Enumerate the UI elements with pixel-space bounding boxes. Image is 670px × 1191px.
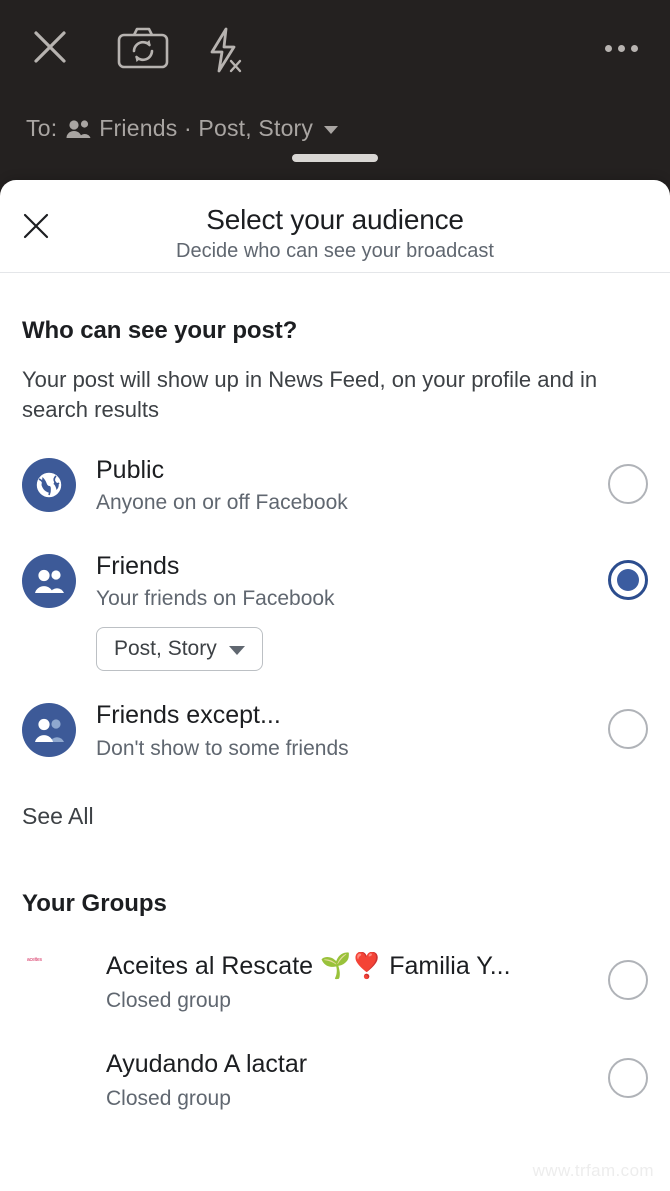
camera-audience-selector[interactable]: To: Friends · Post, Story: [26, 115, 339, 142]
sheet-drag-handle[interactable]: [292, 154, 378, 162]
radio-friends-except[interactable]: [608, 709, 648, 750]
option-sublabel: Your friends on Facebook: [96, 587, 335, 611]
audience-option-friends[interactable]: Friends Your friends on Facebook Post, S…: [22, 552, 648, 672]
radio-group-2[interactable]: [608, 1058, 648, 1099]
friends-icon: [65, 119, 91, 139]
friends-icon: [22, 553, 76, 608]
dot: [605, 45, 612, 52]
see-all-link[interactable]: See All: [22, 803, 648, 830]
group-avatar: aceites doTERRA aceites esenciales: [22, 952, 84, 1014]
header-divider: [0, 272, 670, 273]
post-visibility-description: Your post will show up in News Feed, on …: [22, 367, 598, 423]
group-name: Aceites al Rescate 🌱❣️ Familia Y...: [106, 952, 511, 981]
sheet-title: Select your audience: [206, 204, 464, 235]
audience-value-label: Friends · Post, Story: [99, 115, 314, 141]
camera-background-layer: To: Friends · Post, Story: [0, 0, 670, 200]
group-text: Aceites al Rescate 🌱❣️ Familia Y... Clos…: [106, 952, 598, 1013]
camera-flip-icon[interactable]: [115, 25, 171, 71]
radio-group-1[interactable]: [608, 960, 648, 1001]
option-label: Friends except...: [96, 701, 281, 730]
group-privacy-label: Closed group: [106, 989, 231, 1013]
group-list-item[interactable]: aceites doTERRA aceites esenciales: [22, 952, 648, 1016]
friends-except-icon: [22, 703, 76, 758]
chevron-down-icon: [228, 645, 245, 655]
group-text: Ayudando A lactar Closed group: [106, 1050, 598, 1111]
watermark: www.trfam.com: [532, 1161, 654, 1180]
sheet-header: Select your audience Decide who can see …: [0, 180, 670, 272]
audience-prefix-label: To:: [26, 115, 58, 141]
camera-toolbar: [0, 25, 670, 85]
group-name: Ayudando A lactar: [106, 1050, 308, 1079]
sheet-body: Who can see your post? Your post will sh…: [0, 317, 670, 1114]
audience-option-public[interactable]: Public Anyone on or off Facebook: [22, 456, 648, 522]
chevron-down-icon: [324, 126, 339, 134]
radio-public[interactable]: [608, 463, 648, 504]
audience-option-friends-except[interactable]: Friends except... Don't show to some fri…: [22, 701, 648, 767]
share-destination-label: Post, Story: [114, 637, 217, 661]
your-groups-heading: Your Groups: [22, 890, 167, 918]
option-text: Friends Your friends on Facebook Post, S…: [96, 552, 598, 672]
group-avatar: Christa: [22, 1050, 84, 1112]
sheet-close-icon[interactable]: [16, 206, 56, 246]
close-icon[interactable]: [28, 25, 72, 69]
option-sublabel: Anyone on or off Facebook: [96, 491, 348, 515]
radio-friends[interactable]: [608, 559, 648, 600]
sheet-subtitle: Decide who can see your broadcast: [176, 240, 494, 262]
post-visibility-heading: Who can see your post?: [22, 317, 298, 344]
dot: [631, 45, 638, 52]
option-text: Public Anyone on or off Facebook: [96, 456, 598, 516]
option-text: Friends except... Don't show to some fri…: [96, 701, 598, 761]
screen-root: To: Friends · Post, Story Select your au…: [0, 0, 670, 1191]
group-privacy-label: Closed group: [106, 1087, 231, 1111]
flash-off-icon[interactable]: [200, 25, 252, 77]
option-sublabel: Don't show to some friends: [96, 737, 349, 761]
dot: [618, 45, 625, 52]
globe-icon: [22, 457, 76, 512]
option-label: Public: [96, 455, 165, 484]
more-options-icon[interactable]: [605, 45, 638, 52]
audience-sheet: Select your audience Decide who can see …: [0, 180, 670, 1191]
thumbnail-brand-mark: aceites: [27, 957, 42, 964]
option-label: Friends: [96, 551, 180, 580]
group-list-item[interactable]: Christa Ayudando A lactar Closed group: [22, 1050, 648, 1114]
share-destination-dropdown[interactable]: Post, Story: [96, 627, 263, 672]
